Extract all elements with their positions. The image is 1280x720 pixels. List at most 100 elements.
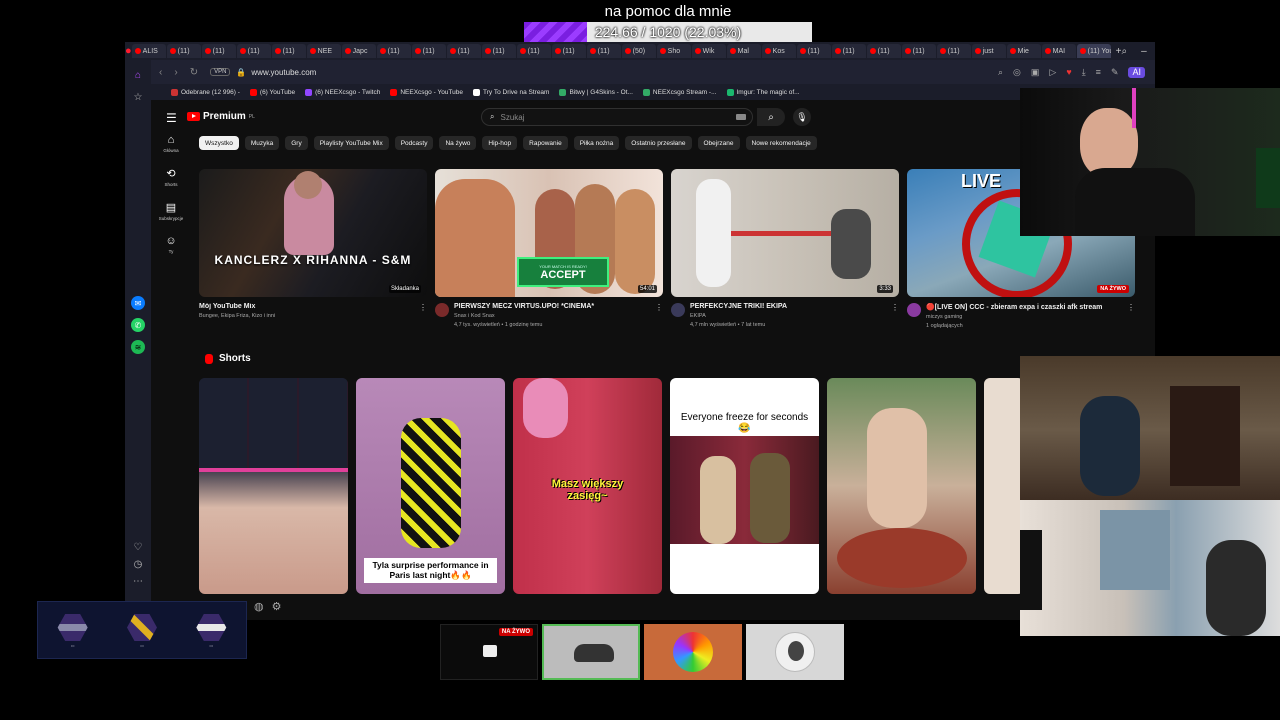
browser-tab[interactable]: (11) bbox=[586, 44, 621, 58]
filter-chip[interactable]: Podcasty bbox=[394, 136, 434, 150]
browser-tab[interactable]: just bbox=[971, 44, 1006, 58]
forward-icon[interactable]: › bbox=[174, 67, 177, 78]
browser-tab[interactable]: (11) bbox=[411, 44, 446, 58]
steam-icon[interactable]: ⚙ bbox=[272, 600, 282, 613]
search-button[interactable]: ⌕ bbox=[757, 108, 785, 126]
history-icon[interactable]: ◷ bbox=[131, 557, 145, 571]
browser-tab[interactable]: Sho bbox=[656, 44, 691, 58]
menu-icon[interactable]: ≡ bbox=[1096, 67, 1101, 78]
filter-chip[interactable]: Nowe rekomendacje bbox=[745, 136, 817, 150]
play-icon[interactable]: ▷ bbox=[1049, 67, 1056, 78]
browser-tab[interactable]: Wik bbox=[691, 44, 726, 58]
reload-icon[interactable]: ↻ bbox=[190, 67, 198, 78]
channel-avatar[interactable] bbox=[435, 303, 449, 317]
video-channel[interactable]: EKIPA bbox=[690, 313, 887, 319]
browser-tab[interactable]: (11) bbox=[901, 44, 936, 58]
browser-tab[interactable]: Mie bbox=[1006, 44, 1041, 58]
app-icon[interactable]: ◍ bbox=[254, 600, 264, 613]
browser-tab[interactable]: (11) bbox=[201, 44, 236, 58]
channel-avatar[interactable] bbox=[907, 303, 921, 317]
live-stream-card[interactable]: NA ŻYWO bbox=[440, 624, 538, 680]
sidebar-item-ty[interactable]: ☺ Ty bbox=[151, 235, 191, 254]
short-card[interactable] bbox=[199, 378, 348, 594]
avatar-card[interactable] bbox=[644, 624, 742, 680]
filter-chip[interactable]: Rapowanie bbox=[523, 136, 568, 150]
browser-tab[interactable]: (11) bbox=[376, 44, 411, 58]
bookmark-item[interactable]: (6) YouTube bbox=[249, 88, 295, 96]
browser-tab[interactable]: (11) bbox=[936, 44, 971, 58]
filter-chip[interactable]: Playlisty YouTube Mix bbox=[313, 136, 389, 150]
bookmark-item[interactable]: Odebrane (12 996) - bbox=[171, 88, 240, 96]
filter-chip[interactable]: Piłka nożna bbox=[573, 136, 620, 150]
minimize-icon[interactable]: – bbox=[1141, 46, 1147, 57]
search-tabs-icon[interactable]: ⌕ bbox=[1122, 46, 1128, 57]
browser-tab[interactable]: (11) bbox=[166, 44, 201, 58]
more-options-icon[interactable]: ⋮ bbox=[891, 303, 899, 328]
filter-chip[interactable]: Muzyka bbox=[244, 136, 280, 150]
filter-chip[interactable]: Na żywo bbox=[439, 136, 477, 150]
search-input[interactable]: Szukaj bbox=[500, 113, 524, 122]
browser-tab[interactable]: (11) bbox=[481, 44, 516, 58]
browser-tab[interactable]: Mal bbox=[726, 44, 761, 58]
browser-tab[interactable]: Japc bbox=[341, 44, 376, 58]
wallet-icon[interactable]: ▣ bbox=[1031, 67, 1040, 78]
browser-tab[interactable]: (11) bbox=[796, 44, 831, 58]
keyboard-icon[interactable] bbox=[736, 114, 746, 120]
vpn-badge[interactable]: VPN bbox=[210, 68, 231, 76]
snapshot-icon[interactable]: ◎ bbox=[1013, 67, 1021, 78]
video-card[interactable]: KANCLERZ X RIHANNA - S&M Składanka Mój Y… bbox=[199, 169, 427, 319]
bookmark-item[interactable]: Try To Drive na Stream bbox=[473, 88, 549, 96]
video-card[interactable]: 3:33 PERFEKCYJNE TRIKI! EKIPA EKIPA 4,7 … bbox=[671, 169, 899, 328]
opera-logo-icon[interactable]: ● bbox=[125, 42, 132, 60]
mic-icon[interactable]: 🎙 bbox=[793, 108, 811, 126]
browser-tab[interactable]: ALIS bbox=[131, 44, 166, 58]
browser-tab[interactable]: (50) bbox=[621, 44, 656, 58]
more-options-icon[interactable]: ⋮ bbox=[1127, 303, 1135, 329]
back-icon[interactable]: ‹ bbox=[159, 67, 162, 78]
more-options-icon[interactable]: ⋮ bbox=[655, 303, 663, 328]
bookmark-item[interactable]: NEEXcsgo - YouTube bbox=[390, 88, 463, 96]
browser-tab[interactable]: (11) bbox=[446, 44, 481, 58]
video-card[interactable]: YOUR MATCH IS READY! ACCEPT 54:01 PIERWS… bbox=[435, 169, 663, 328]
bookmark-sidebar-icon[interactable]: ☆ bbox=[131, 90, 145, 104]
bookmark-item[interactable]: (6) NEEXcsgo - Twitch bbox=[305, 88, 380, 96]
avatar-card[interactable] bbox=[746, 624, 844, 680]
filter-chip[interactable]: Wszystko bbox=[199, 136, 239, 150]
bookmark-item[interactable]: NEEXcsgo Stream -... bbox=[642, 88, 717, 96]
video-channel[interactable]: miczys gaming bbox=[926, 314, 1123, 320]
heart-icon[interactable]: ♥ bbox=[1066, 67, 1071, 78]
browser-tab[interactable]: (11) bbox=[551, 44, 586, 58]
aria-ai-button[interactable]: AI bbox=[1128, 66, 1145, 78]
browser-tab[interactable]: (11) bbox=[236, 44, 271, 58]
youtube-premium-logo[interactable]: Premium PL bbox=[187, 111, 255, 122]
video-thumbnail[interactable]: 3:33 bbox=[671, 169, 899, 297]
short-card[interactable] bbox=[984, 378, 1024, 594]
filter-chip[interactable]: Gry bbox=[285, 136, 308, 150]
short-card[interactable]: Everyone freeze for seconds 😂 bbox=[670, 378, 819, 594]
browser-tab[interactable]: (11) You bbox=[1076, 44, 1111, 58]
zoom-icon[interactable]: ⌕ bbox=[998, 67, 1003, 78]
filter-chip[interactable]: Ostatnio przesłane bbox=[625, 136, 692, 150]
browser-tab[interactable]: (11) bbox=[271, 44, 306, 58]
browser-tab[interactable]: Kos bbox=[761, 44, 796, 58]
browser-tab[interactable]: (11) bbox=[831, 44, 866, 58]
filter-chip[interactable]: Obejrzane bbox=[697, 136, 740, 150]
filter-chip[interactable]: Hip-hop bbox=[482, 136, 518, 150]
video-title[interactable]: Mój YouTube Mix bbox=[199, 303, 415, 310]
more-options-icon[interactable]: ⋮ bbox=[419, 303, 427, 319]
car-card[interactable] bbox=[542, 624, 640, 680]
bookmark-item[interactable]: Imgur: The magic of... bbox=[726, 88, 800, 96]
hamburger-menu-icon[interactable]: ☰ bbox=[166, 111, 177, 125]
sidebar-item-shorts[interactable]: ⟲ Shorts bbox=[151, 167, 191, 187]
channel-avatar[interactable] bbox=[671, 303, 685, 317]
search-box[interactable]: ⌕ Szukaj bbox=[481, 108, 753, 126]
more-icon[interactable]: ⋯ bbox=[131, 574, 145, 588]
download-icon[interactable]: ⤓ bbox=[1082, 67, 1086, 78]
video-channel[interactable]: Bungee, Ekipa Friza, Kizo i inni bbox=[199, 313, 415, 319]
short-card[interactable] bbox=[827, 378, 976, 594]
short-card[interactable]: Tyla surprise performance in Paris last … bbox=[356, 378, 505, 594]
short-card[interactable]: Masz większy zasięg~ bbox=[513, 378, 662, 594]
bookmark-item[interactable]: Bitwy | G4Skins - Ot... bbox=[559, 88, 633, 96]
browser-tab[interactable]: (11) bbox=[866, 44, 901, 58]
video-thumbnail[interactable]: KANCLERZ X RIHANNA - S&M Składanka bbox=[199, 169, 427, 297]
